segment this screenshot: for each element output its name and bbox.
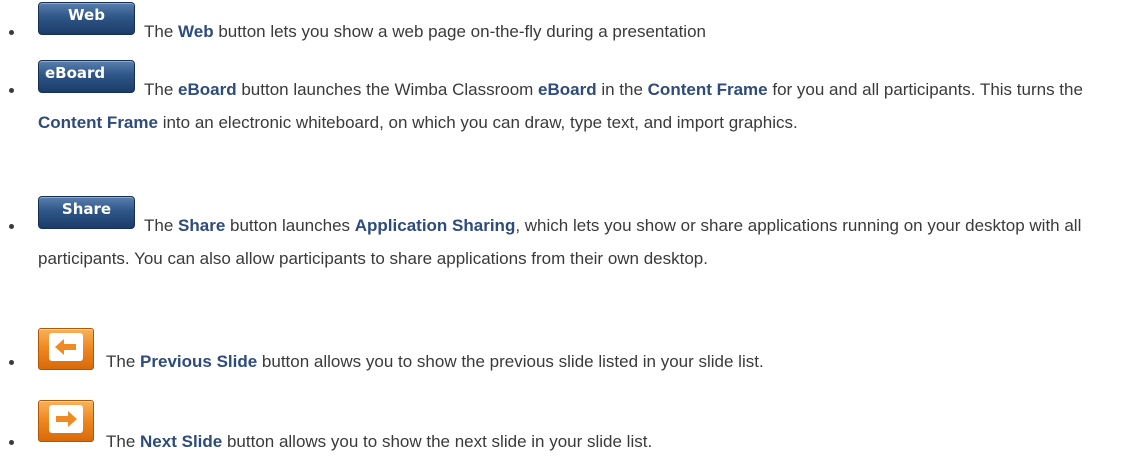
bullet-icon [9,30,14,35]
item-description: The eBoard button launches the Wimba Cla… [38,80,1083,132]
list-item-web: Web The Web button lets you show a web p… [0,0,1115,48]
list-item-next-slide: The Next Slide button allows you to show… [0,400,1115,460]
item-description: The Share button launches Application Sh… [38,216,1082,268]
list-item-share: Share The Share button launches Applicat… [0,194,1115,320]
bullet-icon [9,224,14,229]
item-description: The Next Slide button allows you to show… [106,432,653,451]
item-description: The Web button lets you show a web page … [144,22,706,41]
list-item-eboard: eBoard The eBoard button launches the Wi… [0,58,1115,184]
bullet-icon [9,88,14,93]
list-item-previous-slide: The Previous Slide button allows you to … [0,328,1115,388]
bullet-icon [9,440,14,445]
bullet-icon [9,360,14,365]
item-description: The Previous Slide button allows you to … [106,352,764,371]
